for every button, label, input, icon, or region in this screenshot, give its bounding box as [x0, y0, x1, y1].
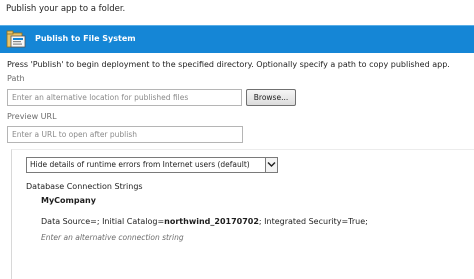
preview-url-input[interactable] — [7, 126, 243, 143]
alternative-connection-input[interactable]: Enter an alternative connection string — [41, 233, 184, 242]
header-title: Publish to File System — [35, 34, 136, 43]
publish-description: Press 'Publish' to begin deployment to t… — [7, 60, 450, 69]
browse-button[interactable]: Browse... — [246, 89, 296, 106]
runtime-errors-select[interactable]: Hide details of runtime errors from Inte… — [26, 157, 278, 173]
connection-string[interactable]: Data Source=; Initial Catalog=northwind_… — [41, 217, 368, 226]
publish-header: Publish to File System — [0, 25, 474, 53]
connection-string-catalog: northwind_20170702 — [164, 217, 259, 226]
chevron-down-icon[interactable] — [265, 158, 277, 172]
runtime-errors-selected: Hide details of runtime errors from Inte… — [30, 160, 250, 169]
path-label: Path — [7, 74, 25, 83]
publish-folder-icon — [6, 29, 27, 50]
db-connection-heading: Database Connection Strings — [26, 182, 143, 191]
connection-string-suffix: ; Integrated Security=True; — [258, 217, 368, 226]
connection-string-prefix: Data Source=; Initial Catalog= — [41, 217, 165, 226]
intro-text: Publish your app to a folder. — [6, 4, 126, 14]
preview-url-label: Preview URL — [7, 112, 57, 121]
connection-name: MyCompany — [41, 196, 96, 205]
path-input[interactable] — [7, 89, 242, 106]
